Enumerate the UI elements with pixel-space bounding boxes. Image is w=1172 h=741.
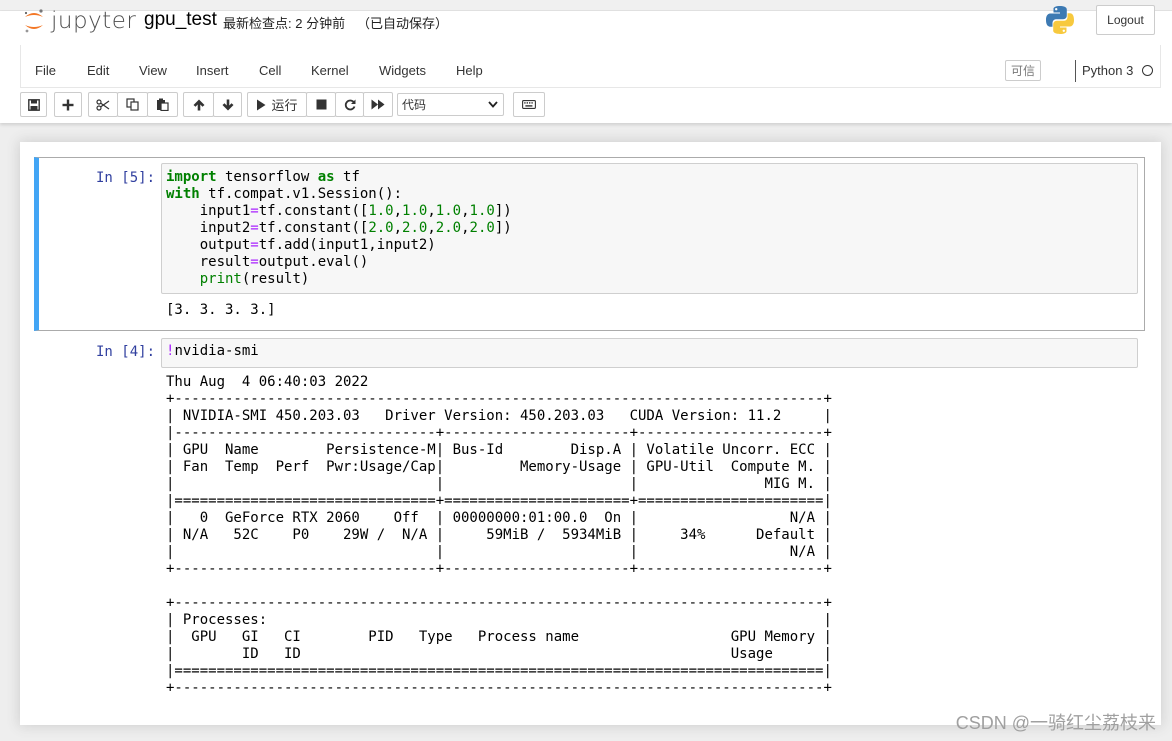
chevron-down-icon [488, 101, 498, 108]
cut-button[interactable] [88, 92, 118, 117]
csdn-watermark: CSDN @一骑红尘荔枝来 [955, 713, 1156, 733]
menu-edit[interactable]: Edit [87, 63, 109, 78]
cell-type-select[interactable]: 代码 [397, 93, 504, 116]
fast-forward-icon [371, 99, 385, 110]
menu-insert[interactable]: Insert [196, 63, 229, 78]
output-line: | | | N/A | [166, 544, 832, 560]
restart-button[interactable] [335, 92, 364, 117]
paste-button[interactable] [147, 92, 178, 117]
output-line: | GPU Name Persistence-M| Bus-Id Disp.A … [166, 442, 832, 458]
output-line: +---------------------------------------… [166, 391, 832, 407]
command-palette-button[interactable] [513, 92, 545, 117]
arrow-up-icon [193, 99, 204, 110]
output-line: +---------------------------------------… [166, 595, 832, 611]
save-icon [27, 98, 40, 111]
output-line: | NVIDIA-SMI 450.203.03 Driver Version: … [166, 408, 832, 424]
output-line: | Fan Temp Perf Pwr:Usage/Cap| Memory-Us… [166, 459, 832, 475]
input-prompt: In [5]: [96, 170, 156, 186]
checkpoint-status: 最新检查点: 2 分钟前 [223, 16, 346, 31]
menu-help[interactable]: Help [456, 63, 483, 78]
jupyter-logo-text: jupyter [51, 8, 137, 34]
copy-button[interactable] [117, 92, 148, 117]
run-button[interactable]: 运行 [247, 92, 307, 117]
kernel-divider [1075, 60, 1076, 82]
logout-button[interactable]: Logout [1096, 5, 1155, 35]
notebook-name[interactable]: gpu_test [144, 9, 217, 31]
cell-output: [3. 3. 3. 3.] [166, 302, 276, 318]
menu-view[interactable]: View [139, 63, 167, 78]
output-line: |=======================================… [166, 663, 832, 679]
input-prompt: In [4]: [96, 344, 156, 360]
python-logo-icon [1045, 5, 1075, 35]
stop-icon [316, 99, 326, 110]
output-line: +-------------------------------+-------… [166, 561, 832, 577]
jupyter-logo-icon [23, 8, 45, 34]
run-label: 运行 [271, 98, 298, 113]
menu-file[interactable]: File [35, 63, 56, 78]
kernel-idle-icon [1142, 65, 1153, 76]
output-line: |===============================+=======… [166, 493, 832, 509]
cut-icon [96, 98, 110, 111]
restart-icon [344, 99, 355, 110]
move-up-button[interactable] [183, 92, 214, 117]
menu-cell[interactable]: Cell [259, 63, 281, 78]
plus-icon [62, 99, 74, 110]
run-icon [257, 99, 266, 110]
paste-icon [157, 98, 169, 111]
code-editor[interactable]: !nvidia-smi [166, 343, 259, 360]
output-line: | Processes: | [166, 612, 832, 628]
jupyter-logo[interactable]: jupyter [23, 6, 136, 36]
arrow-down-icon [222, 99, 233, 110]
output-line: Thu Aug 4 06:40:03 2022 [166, 374, 369, 390]
output-line: | 0 GeForce RTX 2060 Off | 00000000:01:0… [166, 510, 832, 526]
output-line: | N/A 52C P0 29W / N/A | 59MiB / 5934MiB… [166, 527, 832, 543]
trusted-indicator[interactable]: 可信 [1005, 60, 1041, 81]
cell-output: Thu Aug 4 06:40:03 2022 +---------------… [166, 374, 832, 697]
insert-cell-button[interactable] [54, 92, 82, 117]
code-editor[interactable]: import tensorflow as tf with tf.compat.v… [166, 169, 512, 288]
menubar [20, 45, 1161, 88]
output-line: |-------------------------------+-------… [166, 425, 832, 441]
restart-run-all-button[interactable] [363, 92, 393, 117]
output-line: +---------------------------------------… [166, 680, 832, 696]
save-button[interactable] [20, 92, 47, 117]
kernel-name: Python 3 [1082, 63, 1134, 78]
copy-icon [126, 98, 139, 111]
interrupt-button[interactable] [306, 92, 336, 117]
output-line: | GPU GI CI PID Type Process name GPU Me… [166, 629, 832, 645]
keyboard-icon [522, 100, 536, 109]
move-down-button[interactable] [213, 92, 242, 117]
code-input-area[interactable] [161, 338, 1138, 368]
cell-type-value: 代码 [402, 98, 427, 112]
autosave-status: （已自动保存） [357, 16, 449, 31]
output-line: | | | MIG M. | [166, 476, 832, 492]
menu-widgets[interactable]: Widgets [379, 63, 426, 78]
output-line: | ID ID Usage | [166, 646, 832, 662]
menu-kernel[interactable]: Kernel [311, 63, 349, 78]
